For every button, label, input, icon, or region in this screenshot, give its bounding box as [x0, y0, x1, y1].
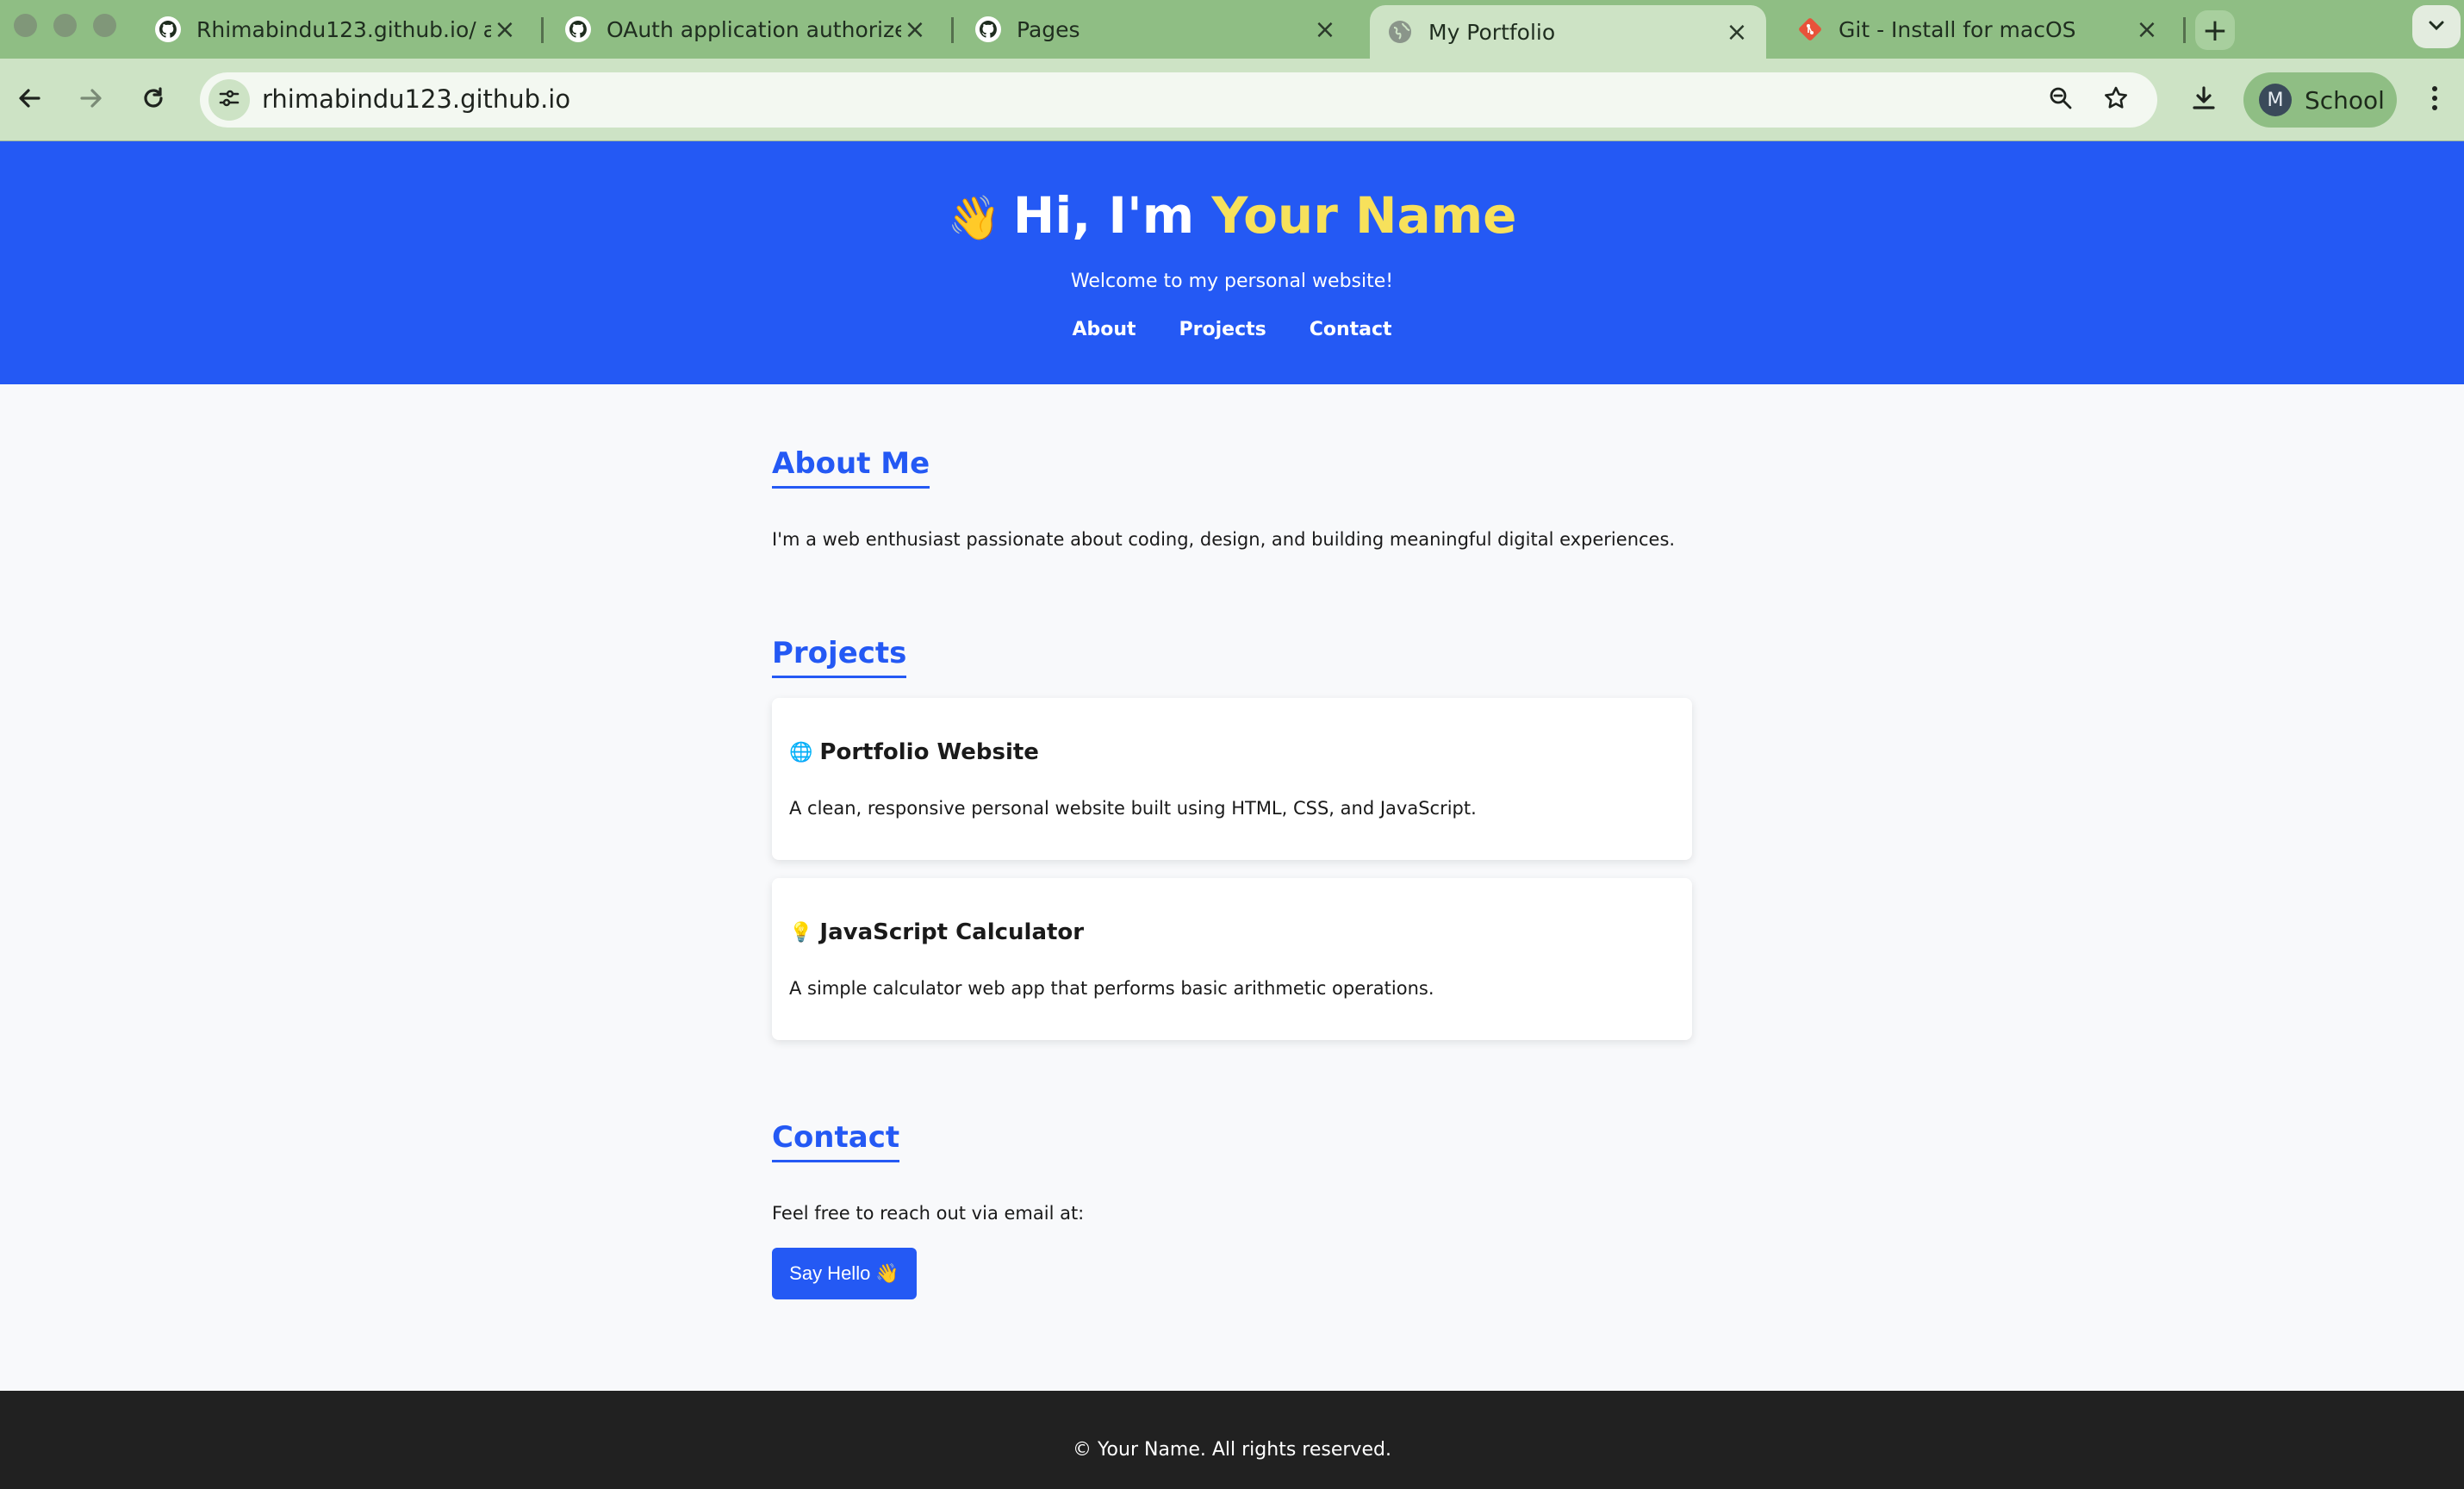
git-icon: [1795, 15, 1825, 44]
reload-icon: [140, 84, 167, 115]
browser-menu-button[interactable]: [2419, 79, 2450, 121]
downloads-button[interactable]: [2183, 79, 2224, 121]
avatar: M: [2259, 84, 2292, 116]
tab-oauth-authorized[interactable]: OAuth application authorized ×: [548, 5, 944, 53]
browser-toolbar: rhimabindu123.github.io M School: [0, 59, 2464, 141]
magnifier-icon: [2047, 84, 2075, 115]
download-icon: [2189, 84, 2218, 116]
star-icon: [2102, 84, 2130, 115]
github-icon: [563, 15, 593, 44]
close-icon[interactable]: ×: [1723, 17, 1751, 47]
nav-link-contact[interactable]: Contact: [1310, 319, 1392, 340]
project-description: A clean, responsive personal website bui…: [789, 798, 1477, 819]
url-text: rhimabindu123.github.io: [262, 84, 571, 114]
nav-link-projects[interactable]: Projects: [1179, 319, 1266, 340]
github-icon: [153, 15, 183, 44]
zoom-button[interactable]: [2044, 83, 2078, 117]
tab-label: Rhimabindu123.github.io/ at m: [196, 16, 491, 42]
project-title: 🌐 Portfolio Website: [789, 739, 1039, 765]
project-title: 💡 JavaScript Calculator: [789, 919, 1084, 945]
tab-separator: [2183, 17, 2186, 43]
project-title-text: Portfolio Website: [819, 739, 1039, 765]
project-description: A simple calculator web app that perform…: [789, 978, 1434, 999]
tune-icon: [217, 86, 241, 114]
site-footer: © Your Name. All rights reserved.: [0, 1391, 2464, 1489]
tab-my-portfolio[interactable]: My Portfolio ×: [1370, 5, 1766, 59]
project-card: 🌐 Portfolio Website A clean, responsive …: [772, 698, 1692, 860]
say-hello-button[interactable]: Say Hello 👋: [772, 1248, 917, 1299]
hero-name: Your Name: [1211, 186, 1517, 245]
tab-separator: [541, 17, 544, 43]
chevron-down-icon: [2425, 14, 2448, 40]
close-icon[interactable]: ×: [491, 15, 519, 45]
site-info-button[interactable]: [208, 79, 250, 121]
close-icon[interactable]: ×: [2133, 15, 2161, 45]
back-button[interactable]: [9, 79, 50, 121]
site-nav: About Projects Contact: [0, 319, 2464, 340]
hero-header: 👋 Hi, I'm Your Name Welcome to my persona…: [0, 141, 2464, 384]
globe-icon: [1385, 17, 1415, 47]
forward-button[interactable]: [71, 79, 112, 121]
tab-github-repo[interactable]: Rhimabindu123.github.io/ at m ×: [138, 5, 534, 53]
tab-label: OAuth application authorized: [607, 16, 901, 42]
profile-button[interactable]: M School: [2243, 72, 2397, 128]
about-heading: About Me: [772, 446, 930, 489]
arrow-left-icon: [15, 84, 44, 116]
more-vertical-icon: [2430, 84, 2439, 116]
nav-link-about[interactable]: About: [1072, 319, 1136, 340]
tab-strip: Rhimabindu123.github.io/ at m × OAuth ap…: [0, 0, 2464, 59]
new-tab-button[interactable]: +: [2195, 10, 2235, 50]
close-icon[interactable]: ×: [901, 15, 929, 45]
address-bar[interactable]: rhimabindu123.github.io: [200, 72, 2157, 128]
project-title-text: JavaScript Calculator: [819, 919, 1085, 945]
tab-search-button[interactable]: [2412, 5, 2461, 48]
contact-heading: Contact: [772, 1120, 900, 1162]
tab-label: Pages: [1017, 16, 1080, 42]
waving-hand-icon: 👋: [947, 193, 1001, 243]
hero-greeting: Hi, I'm: [1012, 186, 1195, 245]
projects-heading: Projects: [772, 636, 907, 678]
footer-copyright: © Your Name. All rights reserved.: [1073, 1439, 1391, 1461]
about-text: I'm a web enthusiast passionate about co…: [772, 529, 1676, 550]
github-icon: [974, 15, 1003, 44]
tab-separator: [951, 17, 954, 43]
window-minimize-button[interactable]: [53, 14, 77, 37]
hero-title: 👋 Hi, I'm Your Name: [0, 186, 2464, 245]
bookmark-button[interactable]: [2099, 83, 2133, 117]
tab-pages[interactable]: Pages ×: [958, 5, 1354, 53]
globe-icon: 🌐: [789, 741, 813, 763]
window-close-button[interactable]: [14, 14, 37, 37]
profile-name: School: [2305, 85, 2385, 115]
tab-label: Git - Install for macOS: [1839, 16, 2076, 42]
tab-label: My Portfolio: [1428, 19, 1556, 45]
window-zoom-button[interactable]: [93, 14, 116, 37]
tab-git-install[interactable]: Git - Install for macOS ×: [1780, 5, 2176, 53]
contact-text: Feel free to reach out via email at:: [772, 1203, 1085, 1224]
lightbulb-icon: 💡: [789, 921, 813, 944]
project-card: 💡 JavaScript Calculator A simple calcula…: [772, 878, 1692, 1040]
hero-subtitle: Welcome to my personal website!: [1070, 271, 1394, 292]
reload-button[interactable]: [133, 79, 174, 121]
close-icon[interactable]: ×: [1311, 15, 1339, 45]
arrow-right-icon: [77, 84, 106, 116]
